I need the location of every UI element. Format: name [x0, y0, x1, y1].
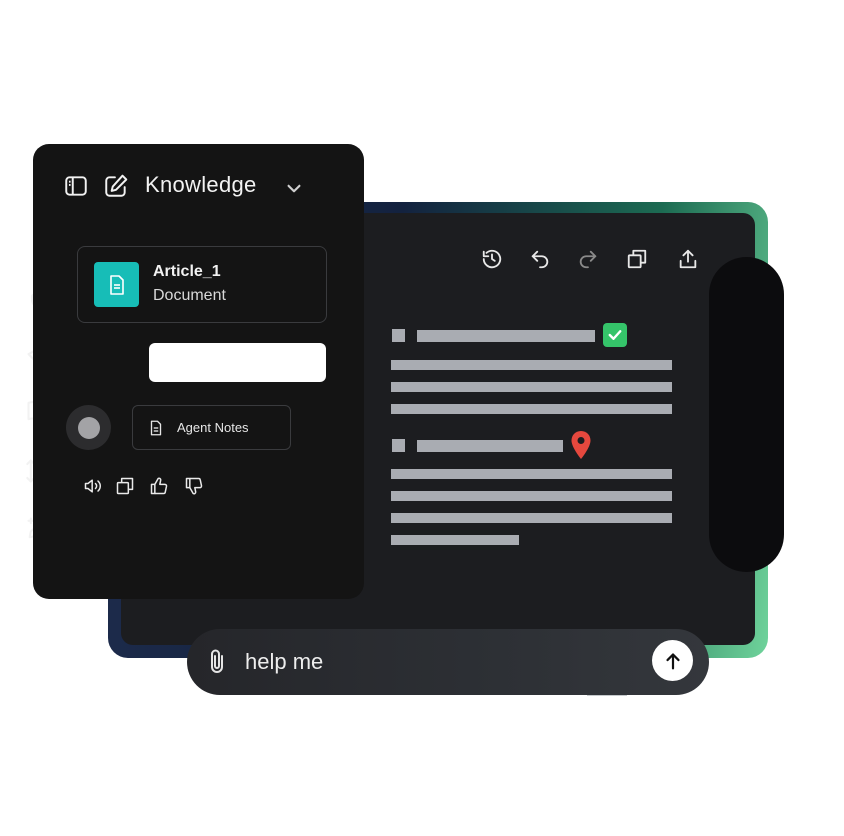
agent-notes-label: Agent Notes	[177, 420, 249, 435]
text-line	[391, 469, 672, 479]
copy-icon[interactable]	[625, 247, 649, 271]
text-line	[391, 382, 672, 392]
heading-bullet	[392, 439, 405, 452]
avatar	[66, 405, 111, 450]
tool-rail	[709, 257, 784, 572]
user-message-bubble	[149, 343, 326, 382]
heading-line	[417, 330, 595, 342]
text-line	[391, 535, 519, 545]
edit-icon[interactable]	[102, 172, 130, 200]
document-icon	[94, 262, 139, 307]
copy-icon[interactable]	[114, 475, 136, 497]
document-type: Document	[153, 287, 226, 304]
chevron-down-icon[interactable]	[280, 174, 308, 202]
thumbs-down-icon[interactable]	[183, 475, 205, 497]
location-pin-icon	[571, 431, 591, 459]
heading-line	[417, 440, 563, 452]
text-line	[391, 360, 672, 370]
share-icon[interactable]	[676, 247, 700, 271]
panel-title[interactable]: Knowledge	[145, 172, 257, 198]
text-line	[391, 491, 672, 501]
send-button[interactable]	[652, 640, 693, 681]
prompt-input[interactable]: help me	[245, 649, 323, 675]
agent-notes-chip[interactable]: Agent Notes	[132, 405, 291, 450]
check-icon	[603, 323, 627, 347]
sidebar-toggle-icon[interactable]	[62, 172, 90, 200]
attach-icon[interactable]	[203, 647, 231, 677]
thumbs-up-icon[interactable]	[148, 475, 170, 497]
undo-icon[interactable]	[528, 247, 552, 271]
text-line	[391, 513, 672, 523]
arrow-up-icon	[665, 652, 680, 669]
redo-icon[interactable]	[576, 247, 600, 271]
history-icon[interactable]	[480, 247, 504, 271]
text-line	[391, 404, 672, 414]
note-icon	[147, 418, 167, 438]
heading-bullet	[392, 329, 405, 342]
document-name: Article_1	[153, 263, 221, 280]
speaker-icon[interactable]	[82, 475, 104, 497]
